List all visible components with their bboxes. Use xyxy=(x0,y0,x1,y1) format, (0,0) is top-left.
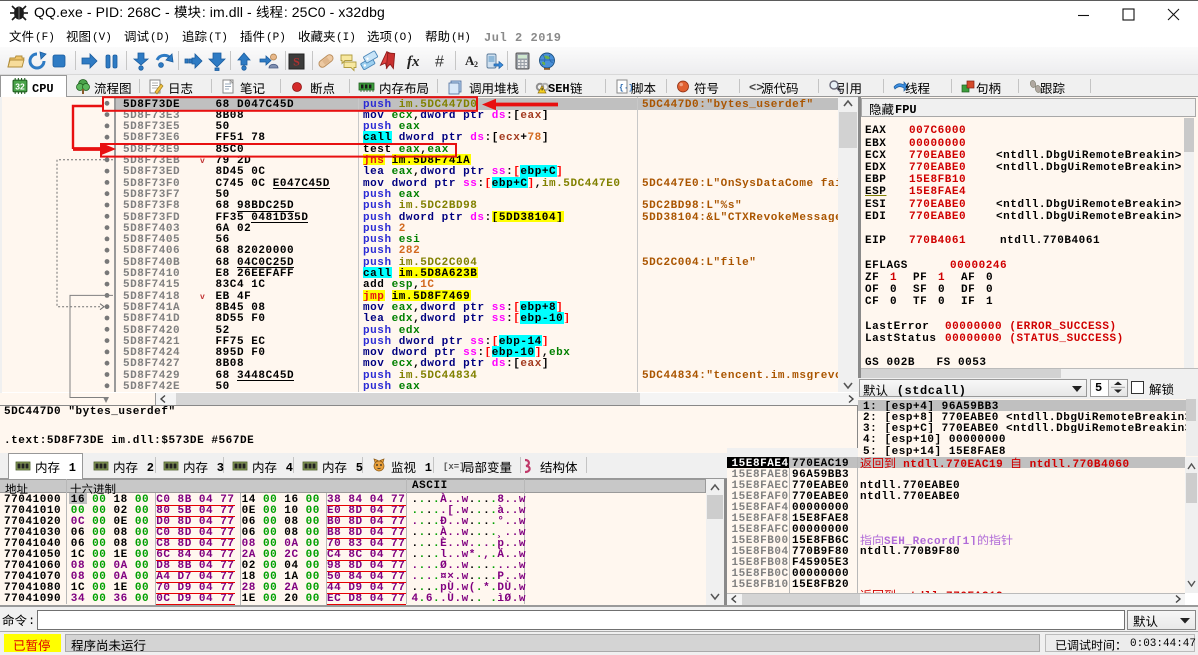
svg-text:S: S xyxy=(293,55,300,69)
svg-text:2: 2 xyxy=(474,60,478,69)
svg-text:#: # xyxy=(435,54,444,71)
svg-text:fx: fx xyxy=(407,54,420,70)
